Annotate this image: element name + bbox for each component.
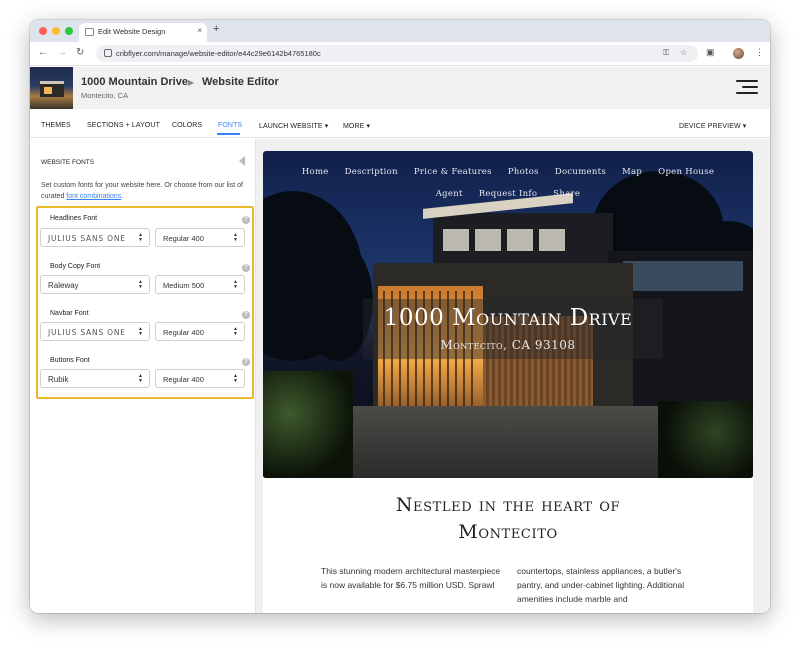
body-copy-weight-select[interactable]: Medium 500 ▲ ▼: [155, 275, 245, 294]
buttons-font-select[interactable]: Rubik ▲ ▼: [40, 369, 150, 388]
navbar-font-select[interactable]: JULIUS SANS ONE ▲ ▼: [40, 322, 150, 341]
section-heading: Nestled in the heart of Montecito: [395, 494, 621, 543]
tab-title: Edit Website Design: [98, 27, 166, 36]
headlines-weight-select[interactable]: Regular 400 ▲ ▼: [155, 228, 245, 247]
page-favicon-icon: [85, 28, 94, 36]
collapse-panel-icon[interactable]: [239, 156, 245, 166]
select-arrows-icon: ▲ ▼: [138, 232, 143, 243]
chevron-down-icon: ▾: [742, 123, 747, 130]
page-title: Website Editor: [202, 76, 279, 88]
tab-launch-website[interactable]: LAUNCH WEBSITE ▾: [259, 122, 328, 130]
select-arrows-icon: ▲ ▼: [233, 232, 238, 243]
forward-arrow-icon[interactable]: →: [57, 47, 67, 58]
site-nav-home[interactable]: Home: [302, 161, 329, 183]
editor-nav: THEMES SECTIONS + LAYOUT COLORS FONTS LA…: [30, 109, 770, 138]
hamburger-menu-icon[interactable]: [736, 79, 758, 95]
browser-menu-icon[interactable]: ⋮: [755, 47, 764, 58]
navbar-font-label: Navbar Font: [50, 310, 89, 317]
site-nav-open-house[interactable]: Open House: [658, 161, 714, 183]
site-nav-map[interactable]: Map: [622, 161, 642, 183]
browser-window: Edit Website Design × + ← → ↻ cribflyer.…: [30, 20, 770, 613]
tab-strip: Edit Website Design × +: [30, 20, 770, 42]
password-key-icon[interactable]: ⚿: [663, 48, 669, 58]
site-nav-agent[interactable]: Agent: [436, 183, 463, 205]
site-nav-price-features[interactable]: Price & Features: [414, 161, 492, 183]
select-arrows-icon: ▲ ▼: [233, 373, 238, 384]
close-window-button[interactable]: [39, 27, 47, 35]
panel-description: Set custom fonts for your website here. …: [41, 182, 243, 200]
select-arrows-icon: ▲ ▼: [138, 279, 143, 290]
help-icon[interactable]: ?: [242, 264, 250, 272]
extensions-icon[interactable]: ▣: [706, 47, 715, 58]
headlines-font-select[interactable]: JULIUS SANS ONE ▲ ▼: [40, 228, 150, 247]
bookmark-star-icon[interactable]: ☆: [680, 48, 687, 57]
address-bar[interactable]: cribflyer.com/manage/website-editor/e44c…: [96, 45, 698, 62]
help-icon[interactable]: ?: [242, 358, 250, 366]
select-arrows-icon: ▲ ▼: [233, 326, 238, 337]
select-arrows-icon: ▲ ▼: [138, 373, 143, 384]
browser-tab[interactable]: Edit Website Design ×: [79, 23, 207, 42]
font-settings-group: Headlines Font ? JULIUS SANS ONE ▲ ▼ Regu…: [36, 206, 254, 399]
minimize-window-button[interactable]: [52, 27, 60, 35]
back-arrow-icon[interactable]: ←: [38, 47, 48, 58]
site-navbar: Home Description Price & Features Photos…: [263, 161, 753, 205]
site-nav-documents[interactable]: Documents: [555, 161, 606, 183]
chevron-down-icon: ▾: [324, 123, 329, 130]
body-copy-font-label: Body Copy Font: [50, 263, 101, 270]
hero-image: Home Description Price & Features Photos…: [263, 151, 753, 478]
hero-title: 1000 Mountain Drive: [383, 305, 633, 331]
select-arrows-icon: ▲ ▼: [138, 326, 143, 337]
tab-more[interactable]: MORE ▾: [343, 122, 370, 130]
tab-fonts[interactable]: FONTS: [218, 122, 242, 129]
site-nav-request-info[interactable]: Request Info: [479, 183, 538, 205]
site-settings-icon[interactable]: [104, 49, 112, 57]
tab-sections-layout[interactable]: SECTIONS + LAYOUT: [87, 122, 160, 129]
property-thumbnail: [30, 67, 73, 109]
active-tab-indicator: [217, 133, 240, 135]
site-nav-share[interactable]: Share: [553, 183, 580, 205]
fonts-panel: WEBSITE FONTS Set custom fonts for your …: [30, 139, 256, 613]
help-icon[interactable]: ?: [242, 311, 250, 319]
url-text[interactable]: cribflyer.com/manage/website-editor/e44c…: [116, 49, 321, 58]
maximize-window-button[interactable]: [65, 27, 73, 35]
site-nav-photos[interactable]: Photos: [508, 161, 539, 183]
app-header: 1000 Mountain Drive ▶ Website Editor Mon…: [30, 67, 770, 109]
navbar-weight-select[interactable]: Regular 400 ▲ ▼: [155, 322, 245, 341]
tab-themes[interactable]: THEMES: [41, 122, 71, 129]
property-title: 1000 Mountain Drive: [81, 76, 188, 88]
device-preview-button[interactable]: DEVICE PREVIEW ▾: [679, 122, 746, 130]
breadcrumb-separator-icon: ▶: [188, 78, 195, 87]
website-preview: Home Description Price & Features Photos…: [256, 139, 770, 613]
panel-title: WEBSITE FONTS: [41, 159, 95, 166]
headlines-font-label: Headlines Font: [50, 215, 98, 222]
profile-avatar[interactable]: [733, 48, 744, 59]
select-arrows-icon: ▲ ▼: [233, 279, 238, 290]
description-text-col1: This stunning modern architectural maste…: [321, 566, 501, 590]
buttons-weight-select[interactable]: Regular 400 ▲ ▼: [155, 369, 245, 388]
browser-toolbar: ← → ↻ cribflyer.com/manage/website-edito…: [30, 42, 770, 66]
property-location: Montecito, CA: [81, 91, 129, 100]
description-section: Nestled in the heart of Montecito This s…: [263, 478, 753, 613]
hero-subtitle: Montecito, CA 93108: [440, 338, 576, 352]
new-tab-icon[interactable]: +: [213, 23, 219, 35]
help-icon[interactable]: ?: [242, 216, 250, 224]
chevron-down-icon: ▾: [366, 123, 371, 130]
site-nav-description[interactable]: Description: [345, 161, 398, 183]
reload-icon[interactable]: ↻: [76, 47, 84, 58]
tab-colors[interactable]: COLORS: [172, 122, 202, 129]
body-copy-font-select[interactable]: Raleway ▲ ▼: [40, 275, 150, 294]
tab-close-icon[interactable]: ×: [197, 26, 202, 35]
buttons-font-label: Buttons Font: [50, 357, 90, 364]
font-combinations-link[interactable]: font combinations: [66, 193, 121, 200]
